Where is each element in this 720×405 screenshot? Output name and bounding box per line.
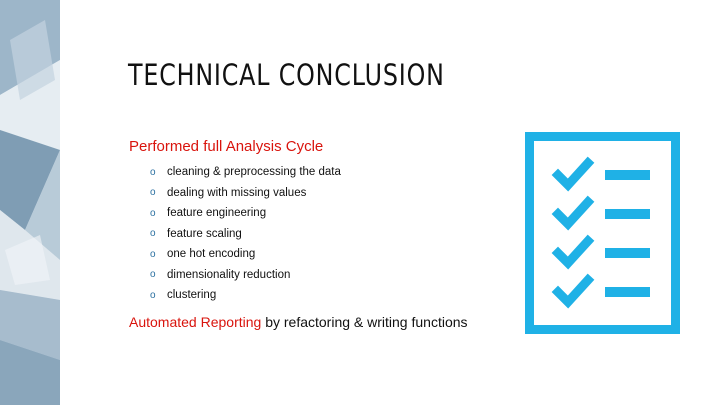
checklist-icon	[525, 132, 680, 334]
decorative-left-strip	[0, 0, 60, 405]
bullet-marker: o	[150, 187, 156, 199]
bullet-text: clustering	[167, 289, 217, 302]
footer-highlight: Automated Reporting	[129, 314, 262, 330]
bullet-text: feature engineering	[167, 207, 267, 220]
footer-text: by refactoring & writing functions	[261, 314, 468, 330]
bullet-marker: o	[150, 207, 156, 219]
list-item: o feature engineering	[150, 203, 341, 224]
list-item: o dealing with missing values	[150, 183, 341, 204]
list-item: o dimensionality reduction	[150, 265, 341, 286]
bullet-marker: o	[150, 269, 156, 281]
section-heading: Performed full Analysis Cycle	[129, 138, 324, 155]
bullet-marker: o	[150, 248, 156, 260]
bullet-marker: o	[150, 228, 156, 240]
bullet-text: dimensionality reduction	[167, 268, 291, 281]
list-item: o cleaning & preprocessing the data	[150, 162, 341, 183]
list-item: o feature scaling	[150, 224, 341, 245]
bullet-marker: o	[150, 166, 156, 178]
bullet-list: o cleaning & preprocessing the data o deal…	[150, 162, 341, 306]
list-item: o one hot encoding	[150, 244, 341, 265]
bullet-marker: o	[150, 289, 156, 301]
geometric-pattern-icon	[0, 0, 60, 405]
footer-statement: Automated Reporting by refactoring & wri…	[129, 314, 468, 330]
bullet-text: dealing with missing values	[167, 186, 307, 199]
list-item: o clustering	[150, 285, 341, 306]
bullet-text: one hot encoding	[167, 248, 256, 261]
bullet-text: feature scaling	[167, 227, 242, 240]
bullet-text: cleaning & preprocessing the data	[167, 166, 341, 179]
slide-title: TECHNICAL CONCLUSION	[128, 58, 445, 92]
